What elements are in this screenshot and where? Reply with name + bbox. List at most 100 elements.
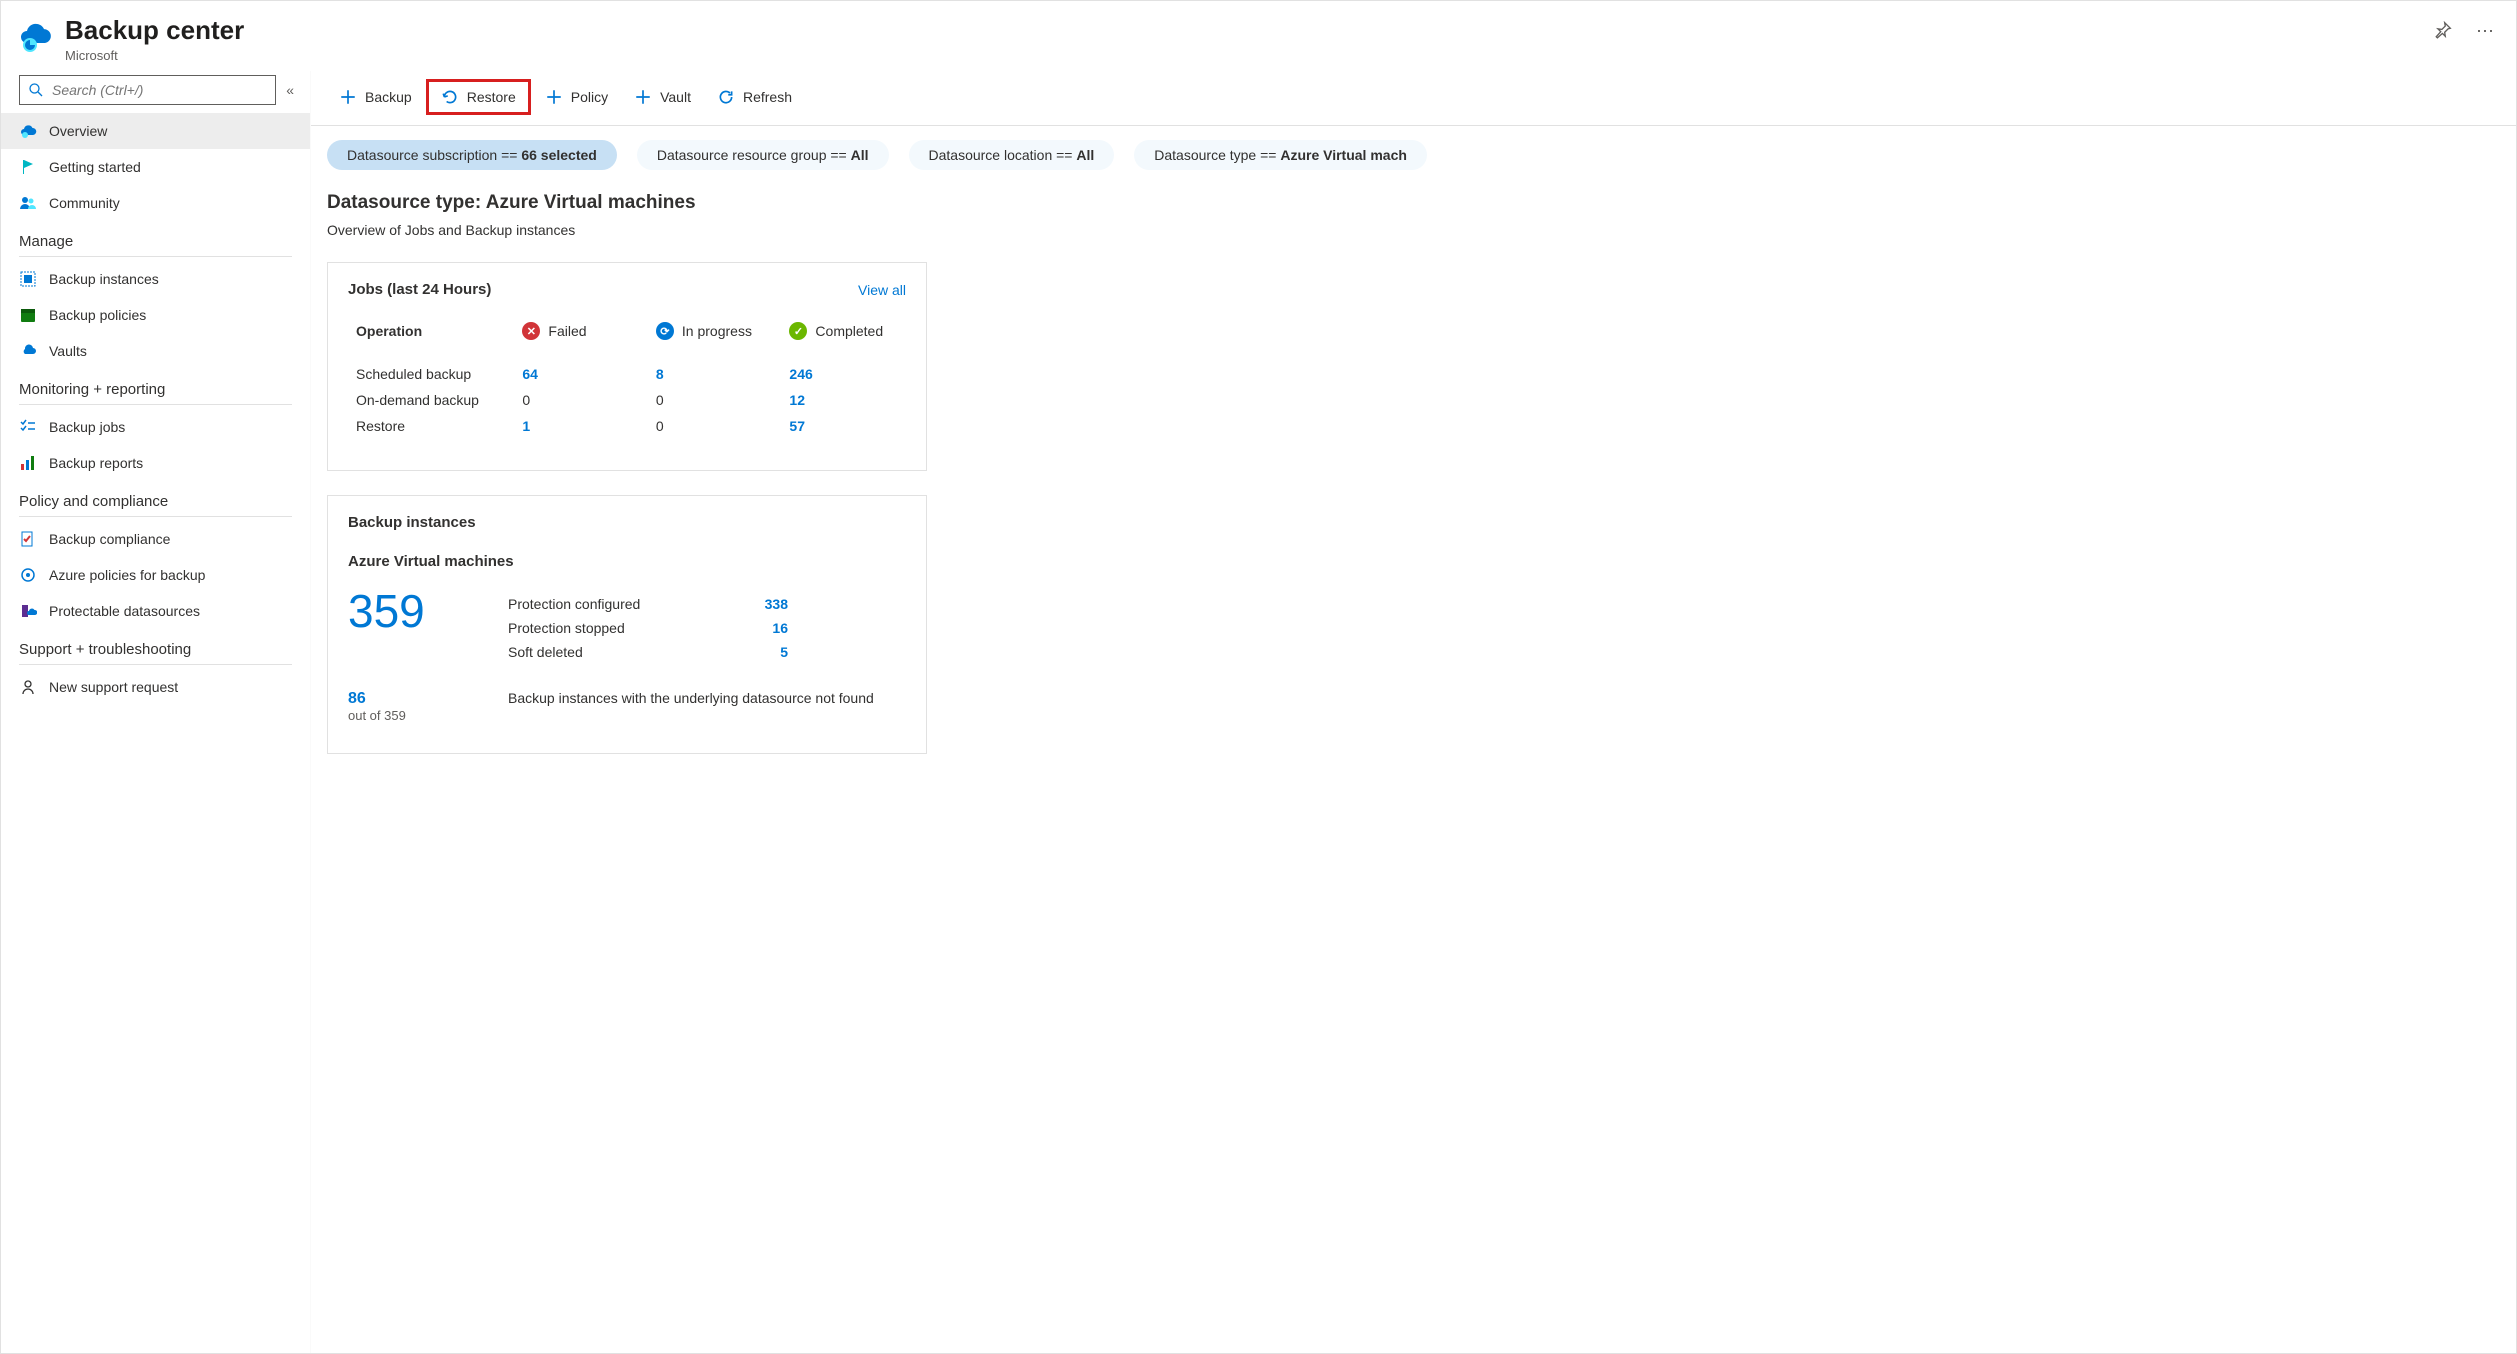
restore-button[interactable]: Restore (426, 79, 531, 115)
instance-stat-row: Protection configured338 (508, 592, 788, 616)
pin-icon[interactable] (2428, 15, 2458, 50)
jobs-table-row: Scheduled backup648246 (350, 362, 904, 386)
separator (19, 664, 292, 665)
job-value: 0 (522, 392, 530, 408)
filter-pill[interactable]: Datasource location == All (909, 140, 1115, 170)
filter-value: All (851, 147, 869, 163)
filter-label: Datasource location == (929, 147, 1077, 163)
separator (19, 516, 292, 517)
sidebar-item-backup-instances[interactable]: Backup instances (1, 261, 310, 297)
sidebar-item-new-support-request[interactable]: New support request (1, 669, 310, 705)
policy-gear-icon (19, 566, 37, 584)
sidebar-item-vaults[interactable]: Vaults (1, 333, 310, 369)
filter-pill[interactable]: Datasource resource group == All (637, 140, 889, 170)
stat-value[interactable]: 16 (772, 620, 788, 636)
stat-label: Soft deleted (508, 644, 583, 660)
main-content: Backup Restore Policy Vault Refresh (311, 71, 2516, 1353)
sidebar-section-header: Policy and compliance (1, 481, 310, 512)
stat-value[interactable]: 338 (765, 596, 788, 612)
job-value: 0 (656, 418, 664, 434)
jobs-card: Jobs (last 24 Hours) View all Operation … (327, 262, 927, 471)
col-operation: Operation (356, 323, 422, 339)
job-value[interactable]: 246 (789, 366, 812, 382)
page-subtitle: Microsoft (65, 48, 2416, 63)
col-failed: Failed (548, 323, 586, 339)
job-value[interactable]: 64 (522, 366, 538, 382)
instance-stat-row: Protection stopped 16 (508, 616, 788, 640)
bar-chart-icon (19, 454, 37, 472)
filter-value: All (1076, 147, 1094, 163)
col-completed: Completed (815, 323, 883, 339)
sidebar-item-getting-started[interactable]: Getting started (1, 149, 310, 185)
refresh-button[interactable]: Refresh (705, 82, 804, 112)
grid-blue-icon (19, 270, 37, 288)
people-icon (19, 194, 37, 212)
jobs-table: Operation ✕Failed ⟳In progress ✓Complete… (348, 316, 906, 440)
filter-pill[interactable]: Datasource type == Azure Virtual mach (1134, 140, 1427, 170)
not-found-desc: Backup instances with the underlying dat… (508, 690, 874, 706)
server-cloud-icon (19, 602, 37, 620)
backup-center-icon (17, 19, 53, 55)
command-bar: Backup Restore Policy Vault Refresh (311, 71, 2516, 126)
sidebar-item-label: Overview (49, 123, 107, 139)
vault-button-label: Vault (660, 89, 691, 105)
sidebar-item-label: Backup jobs (49, 419, 125, 435)
job-value[interactable]: 12 (789, 392, 805, 408)
job-value[interactable]: 57 (789, 418, 805, 434)
job-operation: On-demand backup (356, 392, 479, 408)
instances-total[interactable]: 359 (348, 584, 488, 664)
search-input-wrap[interactable] (19, 75, 276, 105)
filter-pill[interactable]: Datasource subscription == 66 selected (327, 140, 617, 170)
sidebar-item-label: Vaults (49, 343, 87, 359)
more-icon[interactable]: ⋯ (2470, 15, 2500, 48)
policy-button-label: Policy (571, 89, 608, 105)
cloud-backup-icon (19, 122, 37, 140)
jobs-card-title: Jobs (last 24 Hours) (348, 281, 491, 298)
instances-subtitle: Azure Virtual machines (348, 553, 906, 570)
sidebar-item-label: Azure policies for backup (49, 567, 205, 583)
not-found-count[interactable]: 86 (348, 690, 488, 708)
calendar-green-icon (19, 306, 37, 324)
sidebar-item-label: Backup compliance (49, 531, 170, 547)
sidebar: « Overview Getting started Community Manag… (1, 71, 311, 1353)
sidebar-item-backup-reports[interactable]: Backup reports (1, 445, 310, 481)
sidebar-item-community[interactable]: Community (1, 185, 310, 221)
sidebar-item-backup-compliance[interactable]: Backup compliance (1, 521, 310, 557)
sidebar-item-label: Protectable datasources (49, 603, 200, 619)
job-value[interactable]: 8 (656, 366, 664, 382)
search-icon (28, 82, 44, 98)
job-operation: Restore (356, 418, 405, 434)
sidebar-item-backup-jobs[interactable]: Backup jobs (1, 409, 310, 445)
stat-value[interactable]: 5 (780, 644, 788, 660)
flag-icon (19, 158, 37, 176)
sidebar-section-header: Support + troubleshooting (1, 629, 310, 660)
separator (19, 256, 292, 257)
instance-stat-row: Soft deleted 5 (508, 640, 788, 664)
sidebar-item-backup-policies[interactable]: Backup policies (1, 297, 310, 333)
collapse-sidebar-icon[interactable]: « (282, 78, 298, 102)
stat-label: Protection stopped (508, 620, 625, 636)
section-subtitle: Overview of Jobs and Backup instances (311, 216, 2516, 262)
policy-button[interactable]: Policy (533, 82, 620, 112)
filter-label: Datasource subscription == (347, 147, 521, 163)
filter-pills: Datasource subscription == 66 selectedDa… (311, 126, 2516, 188)
vault-button[interactable]: Vault (622, 82, 703, 112)
sidebar-item-label: Backup instances (49, 271, 159, 287)
page-title: Backup center (65, 15, 2416, 46)
job-value[interactable]: 1 (522, 418, 530, 434)
sidebar-item-overview[interactable]: Overview (1, 113, 310, 149)
filter-value: 66 selected (521, 147, 597, 163)
vault-cloud-icon (19, 342, 37, 360)
search-input[interactable] (52, 82, 267, 98)
sidebar-section-header: Monitoring + reporting (1, 369, 310, 400)
sidebar-item-protectable-datasources[interactable]: Protectable datasources (1, 593, 310, 629)
backup-button[interactable]: Backup (327, 82, 424, 112)
sidebar-section-header: Manage (1, 221, 310, 252)
jobs-view-all-link[interactable]: View all (858, 282, 906, 298)
sidebar-item-label: Getting started (49, 159, 141, 175)
instances-card-title: Backup instances (348, 514, 906, 531)
sidebar-item-azure-policies-for-backup[interactable]: Azure policies for backup (1, 557, 310, 593)
doc-check-icon (19, 530, 37, 548)
filter-label: Datasource resource group == (657, 147, 851, 163)
job-value: 0 (656, 392, 664, 408)
